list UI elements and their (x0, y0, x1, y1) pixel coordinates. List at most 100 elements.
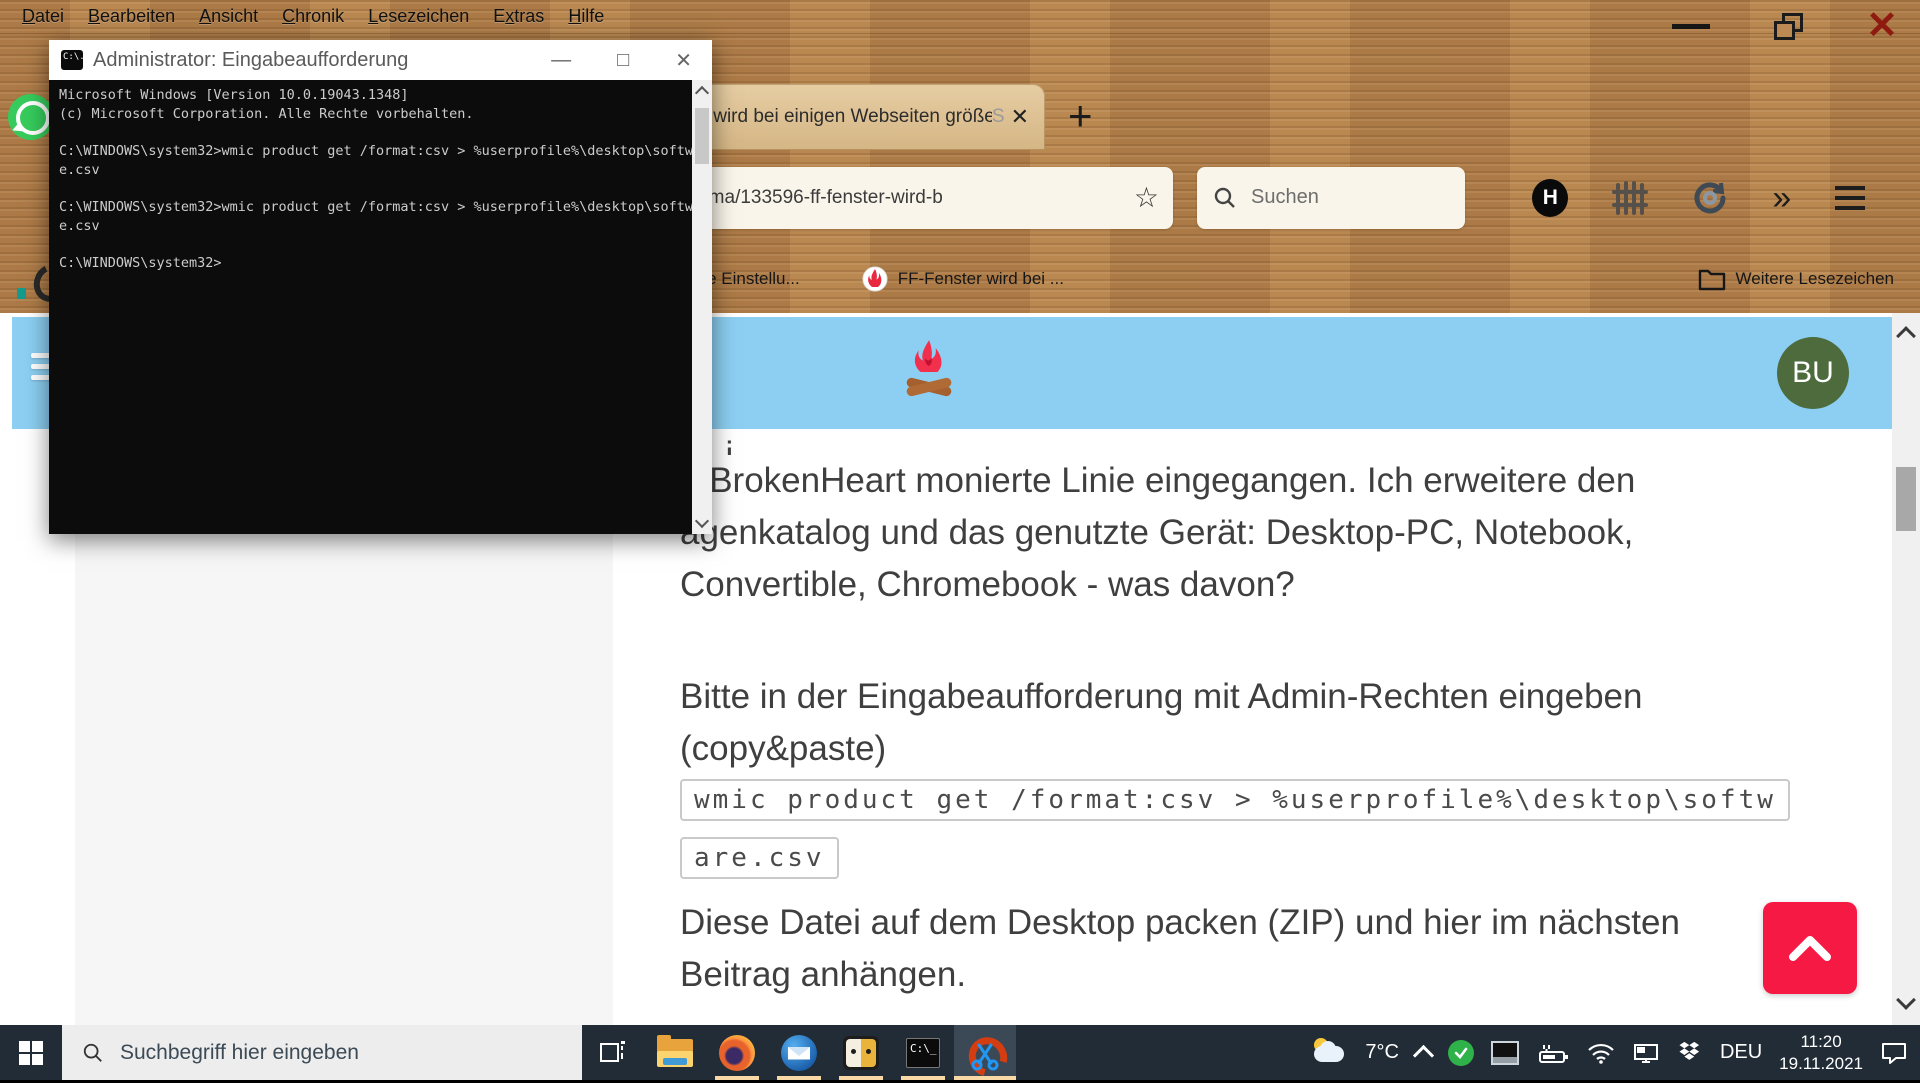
dog-app-taskbar-button[interactable] (830, 1025, 892, 1080)
dropbox-icon[interactable] (1677, 1041, 1703, 1065)
action-center-icon[interactable] (1880, 1040, 1908, 1066)
screenshot-tool-taskbar-button[interactable] (954, 1025, 1016, 1080)
overflow-menu-icon[interactable]: » (1772, 181, 1791, 215)
flame-favicon (862, 266, 888, 292)
tab-close-icon[interactable]: ✕ (1011, 106, 1029, 128)
cmd-maximize-icon[interactable]: □ (617, 49, 629, 72)
cmd-prompt-line: C:\WINDOWS\system32> (59, 254, 690, 273)
cmd-minimize-icon[interactable]: — (551, 49, 571, 72)
taskbar-clock[interactable]: 11:20 19.11.2021 (1779, 1031, 1863, 1075)
scrollbar-down-icon[interactable] (1896, 990, 1916, 1010)
bookmark-label: FF-Fenster wird bei ... (898, 269, 1064, 289)
cmd-window: C:\. Administrator: Eingabeaufforderung … (49, 40, 712, 534)
cmd-line: C:\WINDOWS\system32>wmic product get /fo… (59, 198, 690, 217)
teal-fragment-icon (17, 288, 26, 299)
menu-ansicht[interactable]: Ansicht (199, 6, 258, 27)
menu-datei[interactable]: Datei (22, 6, 64, 27)
wifi-icon[interactable] (1587, 1042, 1615, 1064)
whatsapp-icon[interactable] (8, 94, 54, 140)
cmd-scroll-thumb[interactable] (695, 108, 709, 164)
code-line[interactable]: wmic product get /format:csv > %userprof… (680, 779, 1790, 821)
menu-bearbeiten[interactable]: Bearbeiten (88, 6, 175, 27)
keyboard-language-label[interactable]: DEU (1720, 1041, 1762, 1064)
taskbar: C:\_ 7°C DEU 11:20 19.11.2021 (0, 1025, 1920, 1080)
scrollbar-up-icon[interactable] (1896, 326, 1916, 346)
cmd-taskbar-button[interactable]: C:\_ (892, 1025, 954, 1080)
cmd-close-icon[interactable]: ✕ (675, 48, 692, 73)
cmd-line (59, 123, 690, 142)
dog-app-icon (843, 1036, 879, 1070)
search-icon (82, 1042, 104, 1064)
start-button[interactable] (0, 1025, 62, 1080)
fence-extension-icon[interactable] (1612, 179, 1648, 217)
firefox-taskbar-button[interactable] (706, 1025, 768, 1080)
windows-logo-icon (19, 1041, 43, 1065)
menu-chronik[interactable]: Chronik (282, 6, 344, 27)
search-icon (1213, 186, 1237, 210)
paragraph-line: Beitrag anhängen. (680, 949, 1830, 1001)
firefox-icon (719, 1035, 755, 1071)
paragraph-line: Bitte in der Eingabeaufforderung mit Adm… (680, 671, 1830, 723)
cmd-scrollbar[interactable] (692, 80, 712, 534)
menu-hilfe[interactable]: Hilfe (568, 6, 604, 27)
cmd-scroll-up-icon[interactable] (695, 86, 709, 100)
cmd-icon: C:\. (61, 50, 83, 70)
bookmark-star-icon[interactable]: ☆ (1134, 184, 1159, 212)
cmd-icon: C:\_ (906, 1038, 940, 1068)
code-line[interactable]: are.csv (680, 837, 839, 879)
display-connect-icon[interactable] (1632, 1041, 1660, 1065)
menu-lesezeichen[interactable]: Lesezeichen (368, 6, 469, 27)
cmd-window-title: Administrator: Eingabeaufforderung (93, 49, 551, 72)
thunderbird-taskbar-button[interactable] (768, 1025, 830, 1080)
cmd-scroll-down-icon[interactable] (695, 514, 709, 528)
thunderbird-icon (781, 1035, 817, 1071)
page-scrollbar[interactable] (1892, 313, 1920, 1025)
paragraph-line: n BrokenHeart monierte Linie eingegangen… (680, 455, 1830, 507)
taskbar-search[interactable] (62, 1025, 582, 1080)
bookmark-item-ff-fenster[interactable]: FF-Fenster wird bei ... (862, 266, 1064, 292)
paragraph-line: Diese Datei auf dem Desktop packen (ZIP)… (680, 897, 1830, 949)
cmd-output[interactable]: Microsoft Windows [Version 10.0.19043.13… (49, 80, 712, 534)
toolbar-icons: H » (1489, 179, 1908, 217)
weather-icon[interactable] (1312, 1038, 1348, 1068)
user-avatar[interactable]: BU (1777, 337, 1849, 409)
cmd-window-controls: — □ ✕ (551, 48, 712, 73)
tray-expand-icon[interactable] (1413, 1045, 1434, 1066)
tab-strip: FF-Fenster wird bei einigen Webseiten gr… (590, 84, 1920, 150)
cmd-line: (c) Microsoft Corporation. Alle Rechte v… (59, 105, 690, 124)
task-view-button[interactable] (582, 1025, 644, 1080)
clearurls-extension-icon[interactable] (1691, 179, 1729, 217)
close-icon[interactable]: ✕ (1866, 7, 1898, 45)
more-bookmarks[interactable]: Weitere Lesezeichen (1698, 267, 1894, 291)
more-bookmarks-label: Weitere Lesezeichen (1736, 269, 1894, 289)
search-input[interactable] (1249, 185, 1449, 210)
battery-icon[interactable] (1536, 1041, 1570, 1065)
temperature-label[interactable]: 7°C (1365, 1041, 1399, 1064)
system-tray: 7°C DEU 11:20 19.11.2021 (1312, 1031, 1920, 1075)
new-tab-button[interactable]: + (1068, 94, 1093, 138)
app-menu-icon[interactable] (1835, 186, 1865, 210)
folder-icon (1698, 267, 1726, 291)
menu-extras[interactable]: Extras (493, 6, 544, 27)
window-controls: ✕ (1672, 4, 1898, 48)
code-block: wmic product get /format:csv > %userprof… (680, 779, 1830, 879)
file-explorer-icon (657, 1039, 693, 1067)
campfire-logo[interactable] (905, 339, 953, 405)
cmd-title-bar[interactable]: C:\. Administrator: Eingabeaufforderung … (49, 40, 712, 80)
minimize-icon[interactable] (1672, 24, 1710, 29)
search-box[interactable] (1197, 167, 1465, 229)
h-extension-icon[interactable]: H (1532, 179, 1568, 217)
cmd-line: e.csv (59, 217, 690, 236)
console-tray-icon[interactable] (1491, 1041, 1519, 1065)
security-check-icon[interactable] (1448, 1040, 1474, 1066)
restore-icon[interactable] (1774, 13, 1802, 39)
clipped-text-line: gj (680, 429, 1830, 455)
taskbar-search-input[interactable] (118, 1040, 562, 1066)
file-explorer-button[interactable] (644, 1025, 706, 1080)
time-label: 11:20 (1779, 1031, 1863, 1053)
task-view-icon (598, 1038, 628, 1068)
scrollbar-thumb[interactable] (1896, 467, 1916, 531)
paragraph-line: (copy&paste) (680, 723, 1830, 775)
paragraph-line: Convertible, Chromebook - was davon? (680, 559, 1830, 611)
scroll-to-top-button[interactable] (1763, 902, 1857, 994)
